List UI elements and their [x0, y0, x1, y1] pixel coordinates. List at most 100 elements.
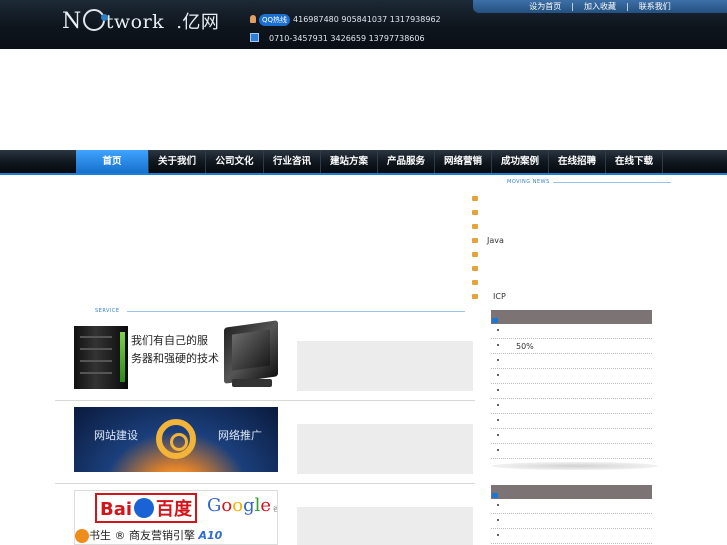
bullet-dot-icon: [497, 419, 499, 421]
service-text-line2: 务器和强硬的技术: [131, 352, 219, 365]
divider: [127, 311, 465, 312]
news-item-icp[interactable]: ICP: [493, 292, 506, 301]
news-item-java[interactable]: Java: [487, 236, 504, 245]
nav-item-products[interactable]: 产品服务: [378, 150, 435, 173]
list-item[interactable]: 50%: [491, 339, 652, 354]
qq-badge[interactable]: QQ热线: [259, 14, 291, 26]
person-icon: [250, 15, 256, 23]
slogan-text: 书生 ® 商友营销引擎: [89, 529, 195, 542]
google-sub: 谷歌: [273, 506, 277, 513]
news-bullet-icon: [472, 266, 478, 271]
list-item-text: 50%: [516, 342, 534, 351]
bullet-dot-icon: [497, 344, 499, 346]
news-bullet-icon: [472, 252, 478, 257]
box-marker-icon: [492, 493, 498, 498]
banner-area: [0, 49, 727, 150]
bullet-dot-icon: [497, 374, 499, 376]
contact-us-link[interactable]: 联系我们: [639, 1, 671, 12]
paw-icon: [134, 498, 155, 518]
box-list: 50%: [491, 324, 652, 459]
marketing-engine-slogan: 书生 ® 商友营销引擎 A10: [89, 527, 222, 543]
bullet-dot-icon: [497, 534, 499, 536]
top-links-bar: 设为首页 | 加入收藏 | 联系我们: [473, 0, 727, 13]
site-logo[interactable]: Ntwork .亿网: [62, 8, 219, 40]
news-bullet-icon: [472, 238, 478, 243]
nav-item-home[interactable]: 首页: [76, 150, 149, 173]
swirl-icon: [75, 529, 89, 543]
baidu-logo: Bai 百度: [95, 493, 198, 523]
nav-item-marketing[interactable]: 网络营销: [435, 150, 492, 173]
service-image-search-engines[interactable]: Bai 百度 Google谷歌 书生 ® 商友营销引擎 A10: [74, 490, 278, 545]
list-item[interactable]: [491, 354, 652, 369]
bullet-dot-icon: [497, 449, 499, 451]
divider: [553, 182, 671, 183]
nav-item-jobs[interactable]: 在线招聘: [549, 150, 606, 173]
service-content-placeholder: [297, 507, 473, 545]
news-bullet-icon: [472, 210, 478, 215]
list-item[interactable]: [491, 324, 652, 339]
link-separator: |: [626, 2, 629, 11]
box-shadow: [492, 462, 658, 470]
web-promotion-label: 网络推广: [218, 429, 262, 442]
list-item[interactable]: [491, 429, 652, 444]
logo-cn: .亿网: [176, 12, 220, 33]
bullet-dot-icon: [497, 329, 499, 331]
globe-icon: [82, 9, 108, 31]
box-header: [491, 310, 652, 324]
nav-item-downloads[interactable]: 在线下载: [606, 150, 663, 173]
baidu-text: Bai: [100, 499, 133, 520]
sidebar-box-2: [491, 485, 652, 544]
box-marker-icon: [492, 318, 498, 323]
service-image-servers[interactable]: 我们有自己的服 务器和强硬的技术: [74, 320, 278, 389]
list-item[interactable]: [491, 444, 652, 459]
nav-item-industry-news[interactable]: 行业咨讯: [264, 150, 321, 173]
row-divider: [55, 483, 475, 484]
site-header: Ntwork .亿网 QQ热线 416987480 905841037 131793…: [0, 0, 727, 49]
link-separator: |: [571, 2, 574, 11]
list-item[interactable]: [491, 399, 652, 414]
box-list: [491, 499, 652, 544]
list-item[interactable]: [491, 514, 652, 529]
news-bullet-icon: [472, 280, 478, 285]
page: Ntwork .亿网 QQ热线 416987480 905841037 131793…: [0, 0, 727, 545]
service-content-placeholder: [297, 341, 473, 391]
baidu-cn-text: 百度: [156, 499, 193, 520]
logo-word: twork: [105, 11, 165, 33]
news-bullet-icon: [472, 196, 478, 201]
news-bullet-icon: [472, 224, 478, 229]
service-title: SERVICE: [95, 308, 120, 314]
row-divider: [55, 400, 475, 401]
moving-news-title: MOVING NEWS: [507, 179, 550, 185]
server-rack-icon: [74, 326, 128, 389]
google-logo: Google谷歌: [207, 495, 277, 516]
list-item[interactable]: [491, 499, 652, 514]
bullet-dot-icon: [497, 404, 499, 406]
bullet-dot-icon: [497, 359, 499, 361]
logo-prefix: N: [62, 9, 82, 34]
service-image-text: 我们有自己的服 务器和强硬的技术: [131, 332, 219, 368]
main-nav: 首页 关于我们 公司文化 行业咨讯 建站方案 产品服务 网络营销 成功案例 在线…: [0, 150, 727, 175]
list-item[interactable]: [491, 529, 652, 544]
phone-contact: 0710-3457931 3426659 13797738606: [250, 33, 425, 43]
web-building-label: 网站建设: [94, 429, 138, 442]
nav-item-about[interactable]: 关于我们: [149, 150, 206, 173]
list-item[interactable]: [491, 414, 652, 429]
set-homepage-link[interactable]: 设为首页: [529, 1, 561, 12]
nav-item-culture[interactable]: 公司文化: [206, 150, 264, 173]
qq-contact: QQ热线 416987480 905841037 1317938962: [250, 14, 441, 26]
checkbox-icon: [250, 33, 259, 42]
nav-item-site-plans[interactable]: 建站方案: [321, 150, 378, 173]
service-content-placeholder: [297, 424, 473, 474]
bullet-dot-icon: [497, 389, 499, 391]
service-image-web-building[interactable]: 网站建设 网络推广: [74, 407, 278, 472]
qq-numbers: 416987480 905841037 1317938962: [293, 15, 441, 24]
list-item[interactable]: [491, 384, 652, 399]
bullet-dot-icon: [497, 504, 499, 506]
list-item[interactable]: [491, 369, 652, 384]
nav-item-cases[interactable]: 成功案例: [492, 150, 549, 173]
add-favorite-link[interactable]: 加入收藏: [584, 1, 616, 12]
monitor-icon: [224, 320, 278, 384]
phone-numbers: 0710-3457931 3426659 13797738606: [269, 34, 425, 43]
model-text: A10: [198, 529, 223, 542]
service-text-line1: 我们有自己的服: [131, 334, 208, 347]
